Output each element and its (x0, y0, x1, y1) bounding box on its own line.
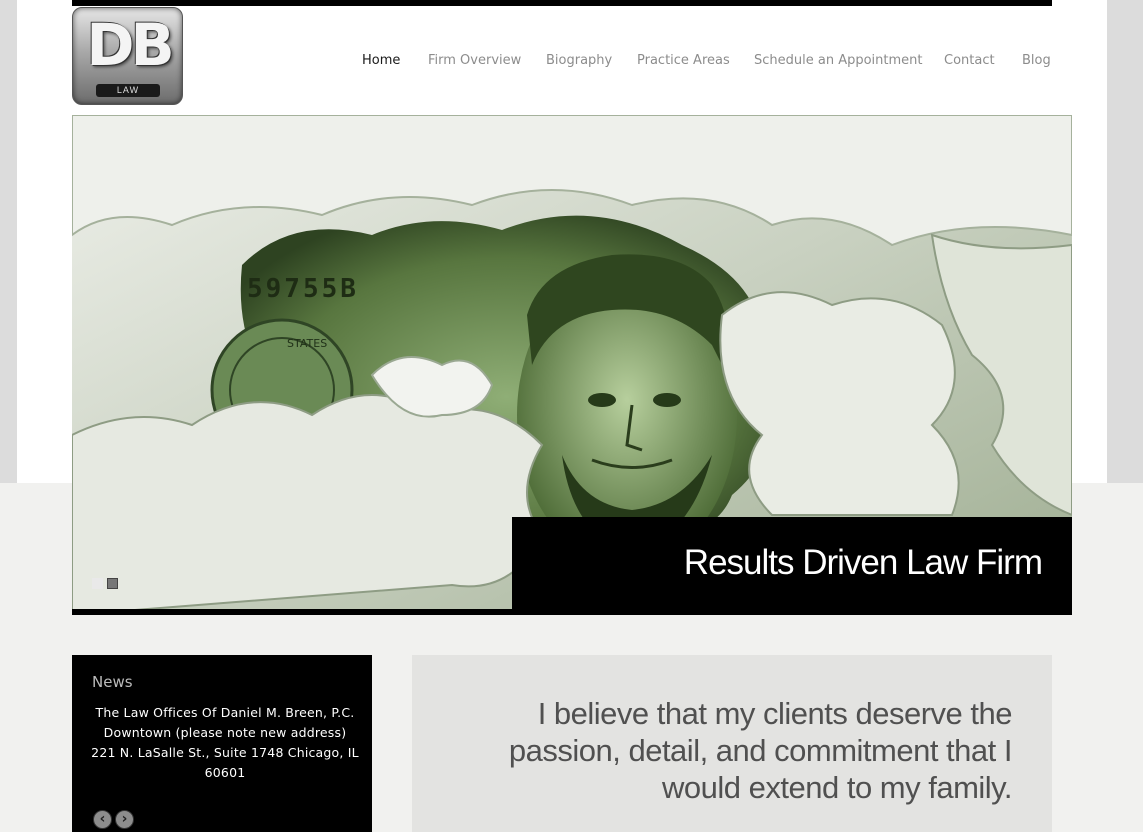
chevron-right-icon[interactable]: › (115, 810, 134, 829)
news-title: News (92, 673, 133, 691)
banknote-serial: 59755B (247, 274, 359, 304)
hero-slider[interactable]: STATES 59755B Results Driven Law Firm (72, 115, 1072, 615)
top-rule (72, 0, 1052, 6)
logo-badge: LAW (96, 84, 160, 97)
nav-item-schedule-appointment[interactable]: Schedule an Appointment (754, 52, 923, 70)
nav-item-home[interactable]: Home (362, 52, 400, 70)
nav-item-practice-areas[interactable]: Practice Areas (637, 52, 730, 70)
seal-text: STATES (287, 337, 327, 350)
nav-item-blog[interactable]: Blog (1022, 52, 1051, 70)
slide-caption: Results Driven Law Firm (512, 517, 1072, 615)
news-body: The Law Offices Of Daniel M. Breen, P.C.… (91, 705, 359, 780)
quote-text: I believe that my clients deserve the pa… (508, 696, 1013, 805)
slide-caption-text: Results Driven Law Firm (683, 543, 1043, 582)
nav-item-firm-overview[interactable]: Firm Overview (428, 52, 521, 70)
nav-item-biography[interactable]: Biography (546, 52, 612, 70)
main-nav: Home Firm Overview Biography Practice Ar… (0, 52, 1143, 72)
slider-dot-1[interactable] (92, 578, 103, 589)
news-panel: News The Law Offices Of Daniel M. Breen,… (72, 655, 372, 832)
quote-panel: I believe that my clients deserve the pa… (412, 655, 1052, 832)
slider-dot-2[interactable] (107, 578, 118, 589)
chevron-left-icon[interactable]: ‹ (93, 810, 112, 829)
nav-item-contact[interactable]: Contact (944, 52, 995, 70)
